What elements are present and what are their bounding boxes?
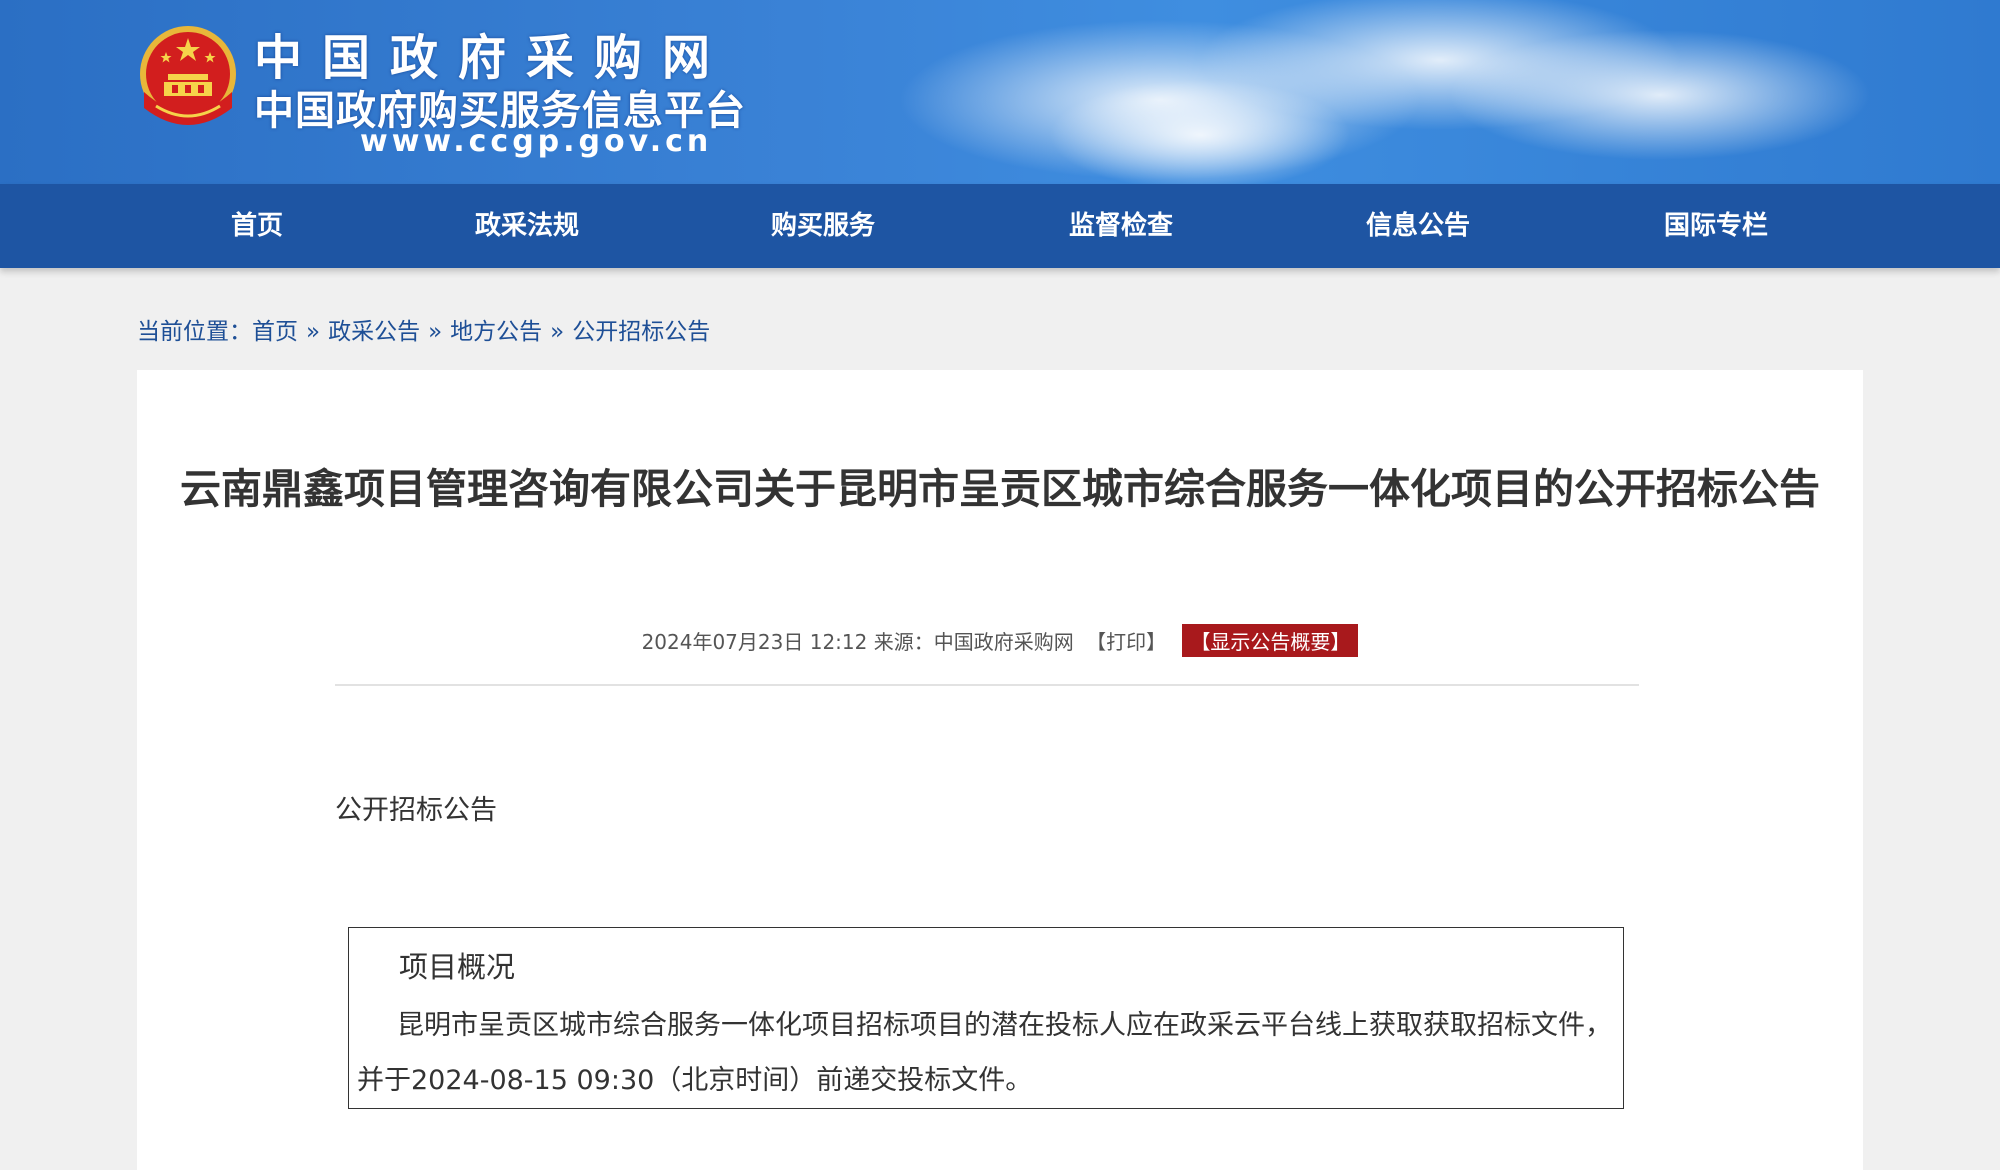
overview-heading: 项目概况 bbox=[399, 950, 516, 984]
breadcrumb: 当前位置：首页 » 政采公告 » 地方公告 » 公开招标公告 bbox=[137, 312, 710, 352]
section-title: 公开招标公告 bbox=[335, 795, 497, 826]
project-overview-box: 项目概况 昆明市呈贡区城市综合服务一体化项目招标项目的潜在投标人应在政采云平台线… bbox=[348, 927, 1624, 1109]
nav-item-announcements[interactable]: 信息公告 bbox=[1318, 184, 1518, 268]
site-url: www.ccgp.gov.cn bbox=[360, 124, 713, 159]
main-nav: 首页 政采法规 购买服务 监督检查 信息公告 国际专栏 bbox=[0, 184, 2000, 268]
site-name: 中国政府采购网 bbox=[254, 30, 731, 86]
article-meta: 2024年07月23日 12:12 来源：中国政府采购网 【打印】 【显示公告概… bbox=[137, 624, 1863, 657]
article-source-label: 来源： bbox=[873, 630, 934, 654]
nav-item-supervision[interactable]: 监督检查 bbox=[1021, 184, 1221, 268]
breadcrumb-prefix: 当前位置： bbox=[137, 319, 252, 345]
nav-item-purchase-services[interactable]: 购买服务 bbox=[723, 184, 923, 268]
breadcrumb-separator: » bbox=[550, 319, 565, 345]
overview-text: 昆明市呈贡区城市综合服务一体化项目招标项目的潜在投标人应在政采云平台线上获取获取… bbox=[357, 1010, 1612, 1096]
nav-item-international[interactable]: 国际专栏 bbox=[1616, 184, 1816, 268]
article-datetime: 2024年07月23日 12:12 bbox=[641, 630, 868, 654]
nav-item-regulations[interactable]: 政采法规 bbox=[427, 184, 627, 268]
cloud-decoration bbox=[1050, 80, 1350, 184]
site-header-banner: 中国政府采购网 中国政府购买服务信息平台 www.ccgp.gov.cn bbox=[0, 0, 2000, 184]
breadcrumb-link-local-announcements[interactable]: 地方公告 bbox=[450, 319, 542, 345]
article-title: 云南鼎鑫项目管理咨询有限公司关于昆明市呈贡区城市综合服务一体化项目的公开招标公告 bbox=[180, 465, 1820, 513]
article-source: 中国政府采购网 bbox=[933, 630, 1074, 654]
site-subtitle: 中国政府购买服务信息平台 bbox=[254, 88, 746, 134]
breadcrumb-link-public-tender[interactable]: 公开招标公告 bbox=[572, 319, 710, 345]
breadcrumb-separator: » bbox=[306, 319, 321, 345]
breadcrumb-separator: » bbox=[428, 319, 443, 345]
print-link[interactable]: 【打印】 bbox=[1086, 630, 1166, 654]
national-emblem-icon bbox=[140, 26, 236, 125]
divider bbox=[335, 684, 1639, 686]
show-summary-button[interactable]: 【显示公告概要】 bbox=[1182, 624, 1359, 657]
breadcrumb-link-home[interactable]: 首页 bbox=[252, 319, 298, 345]
nav-item-home[interactable]: 首页 bbox=[157, 184, 357, 268]
cloud-decoration bbox=[1450, 30, 1870, 160]
breadcrumb-link-procurement-announcements[interactable]: 政采公告 bbox=[328, 319, 420, 345]
article-card: 云南鼎鑫项目管理咨询有限公司关于昆明市呈贡区城市综合服务一体化项目的公开招标公告… bbox=[137, 370, 1863, 1170]
